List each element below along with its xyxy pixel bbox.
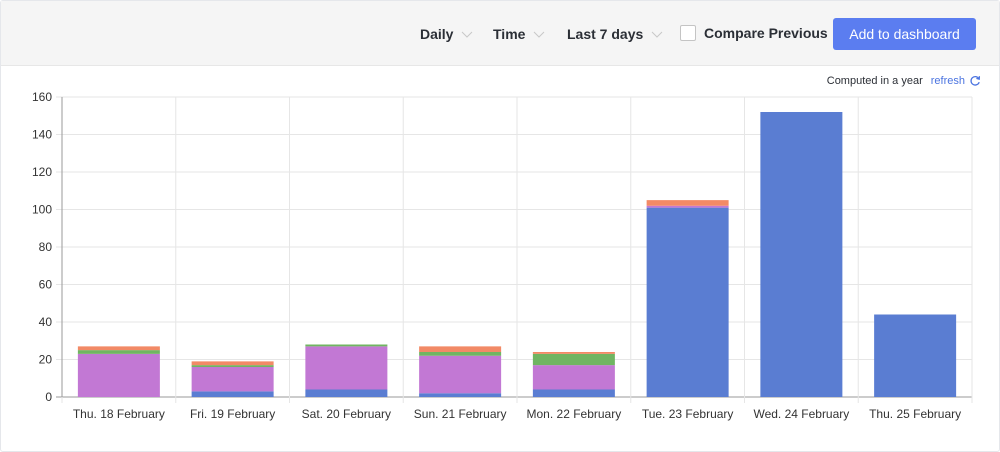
bar-segment [191, 361, 274, 366]
bar-segment [305, 389, 388, 397]
interval-dropdown[interactable]: Daily [420, 23, 473, 45]
x-tick-label: Fri. 19 February [190, 407, 275, 421]
compare-previous-toggle[interactable]: Compare Previous [680, 25, 828, 41]
compare-previous-checkbox[interactable] [680, 25, 696, 41]
x-tick-label: Mon. 22 February [527, 407, 622, 421]
y-tick-label: 60 [39, 278, 53, 292]
bar-segment [532, 353, 615, 366]
x-tick-label: Thu. 25 February [869, 407, 961, 421]
stacked-bar-chart: 0 20 40 60 80 100 120 140 160 Thu. 18 February Fri… [32, 90, 973, 421]
bar-segment [77, 353, 160, 397]
y-tick-label: 160 [32, 90, 52, 104]
y-tick-label: 100 [32, 203, 52, 217]
bar-segment [532, 365, 615, 390]
bar-segment [191, 367, 274, 392]
y-tick-label: 80 [39, 240, 53, 254]
bar-segment [419, 393, 502, 397]
add-to-dashboard-button[interactable]: Add to dashboard [833, 18, 976, 50]
date-range-dropdown[interactable]: Last 7 days [567, 23, 663, 45]
y-tick-label: 20 [39, 353, 53, 367]
bar-segment [532, 389, 615, 397]
bar-segment [646, 200, 729, 206]
bar-segment [191, 365, 274, 367]
bar-segment [77, 346, 160, 351]
metric-label: Time [493, 26, 526, 42]
y-tick-label: 120 [32, 165, 52, 179]
bar-segment [646, 207, 729, 397]
x-tick-label: Sun. 21 February [414, 407, 507, 421]
bar-segment [646, 205, 729, 208]
bar-segment [419, 346, 502, 352]
insight-panel: Daily Time Last 7 days Compare Previous … [0, 0, 1000, 452]
bar-segment [874, 314, 957, 397]
bar-segment [760, 112, 843, 397]
compare-previous-label: Compare Previous [704, 25, 828, 41]
bar-segment [77, 350, 160, 354]
bar-segment [305, 344, 388, 347]
x-tick-label: Thu. 18 February [73, 407, 165, 421]
y-tick-label: 40 [39, 315, 53, 329]
bar-segment [532, 352, 615, 354]
interval-label: Daily [420, 26, 454, 42]
y-tick-label: 140 [32, 128, 52, 142]
toolbar: Daily Time Last 7 days Compare Previous … [1, 1, 999, 66]
x-tick-label: Sat. 20 February [302, 407, 391, 421]
x-tick-label: Wed. 24 February [753, 407, 849, 421]
bar-segment [419, 355, 502, 394]
bar-segment [191, 391, 274, 397]
bar-segment [305, 346, 388, 390]
date-range-label: Last 7 days [567, 26, 644, 42]
metric-dropdown[interactable]: Time [493, 23, 545, 45]
y-tick-label: 0 [45, 390, 52, 404]
chevron-down-icon [462, 31, 473, 38]
chevron-down-icon [651, 31, 663, 38]
chevron-down-icon [534, 31, 545, 38]
bar-segment [419, 352, 502, 356]
x-tick-label: Tue. 23 February [642, 407, 734, 421]
